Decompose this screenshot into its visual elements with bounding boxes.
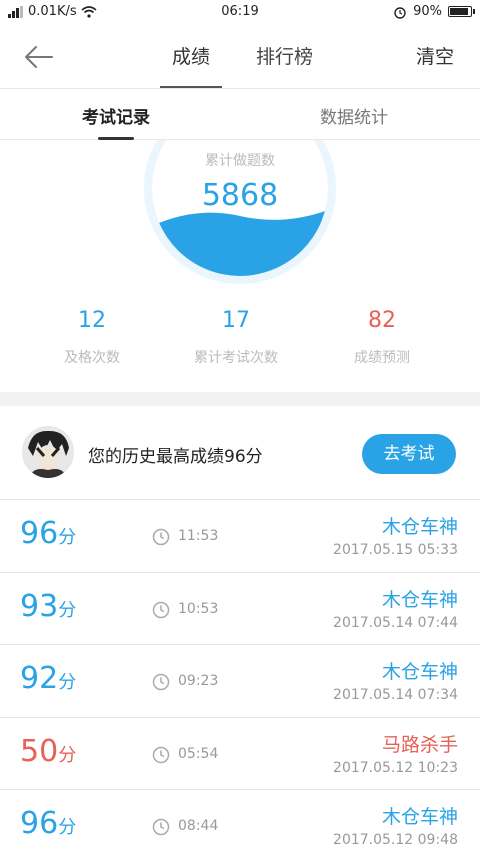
clock-icon — [152, 528, 170, 546]
record-duration: 05:54 — [178, 745, 219, 762]
go-exam-button[interactable]: 去考试 — [362, 434, 456, 474]
record-date: 2017.05.15 05:33 — [333, 542, 458, 558]
stats-panel: 累计做题数 5868 12 及格次数 17 累计考试次数 82 成绩预测 — [0, 140, 480, 392]
record-duration: 11:53 — [178, 528, 219, 544]
record-score: 93分 — [20, 588, 77, 624]
record-date: 2017.05.12 10:23 — [333, 759, 458, 776]
record-user: 木仓车神 — [381, 516, 458, 538]
stat-pass-count: 12 及格次数 — [22, 308, 162, 367]
subtab-bar: 考试记录 数据统计 — [0, 88, 480, 140]
record-duration: 10:53 — [178, 600, 219, 617]
record-row[interactable]: 92分 09:23 木仓车神 2017.05.14 07:34 — [0, 645, 480, 718]
clock-icon — [152, 818, 170, 836]
back-button[interactable] — [22, 42, 58, 72]
stat-exam-value: 17 — [222, 308, 250, 333]
stat-score-prediction: 82 成绩预测 — [312, 308, 452, 367]
record-date: 2017.05.12 09:48 — [333, 832, 458, 848]
record-date: 2017.05.14 07:34 — [333, 687, 458, 703]
top-nav: 成绩 排行榜 清空 — [0, 24, 480, 88]
stat-pass-label: 及格次数 — [64, 350, 120, 366]
question-count-gauge: 累计做题数 5868 — [144, 140, 336, 284]
alarm-icon — [394, 6, 406, 19]
record-user: 木仓车神 — [381, 806, 458, 828]
clock-icon — [152, 601, 170, 618]
gauge-wave — [152, 210, 328, 276]
record-row[interactable]: 93分 10:53 木仓车神 2017.05.14 07:44 — [0, 572, 480, 645]
clock-icon — [152, 746, 170, 763]
record-date: 2017.05.14 07:44 — [333, 614, 458, 631]
gauge-caption: 累计做题数 — [205, 153, 275, 169]
record-score: 50分 — [20, 733, 77, 769]
avatar[interactable] — [22, 426, 74, 478]
stat-predict-value: 82 — [368, 308, 396, 333]
record-user: 木仓车神 — [381, 661, 458, 683]
status-right: 90% — [393, 4, 475, 19]
record-user: 马路杀手 — [381, 733, 458, 756]
battery-percent: 90% — [413, 4, 442, 19]
best-score-text: 您的历史最高成绩96分 — [88, 447, 263, 467]
record-row[interactable]: 96分 08:44 木仓车神 2017.05.12 09:48 — [0, 790, 480, 853]
status-bar: 0.01K/s 06:19 90% — [0, 0, 480, 24]
record-score: 96分 — [20, 806, 77, 841]
tab-grades[interactable]: 成绩 — [159, 42, 223, 88]
arrow-left-icon — [25, 46, 53, 68]
tab-data-stats[interactable]: 数据统计 — [320, 103, 388, 128]
clock-icon — [152, 673, 170, 691]
record-score: 96分 — [20, 516, 77, 551]
battery-icon — [448, 6, 475, 17]
gauge-inner: 累计做题数 5868 — [152, 140, 328, 276]
exam-record-list: 96分 11:53 木仓车神 2017.05.15 05:33 93分 10:5… — [0, 500, 480, 853]
record-duration: 08:44 — [178, 818, 219, 834]
avatar-image — [22, 426, 74, 478]
tab-ranking[interactable]: 排行榜 — [256, 42, 313, 69]
stat-exam-label: 累计考试次数 — [194, 350, 278, 366]
best-score-row: 您的历史最高成绩96分 去考试 — [0, 406, 480, 500]
stat-predict-label: 成绩预测 — [354, 350, 410, 366]
record-score: 92分 — [20, 661, 77, 696]
clear-button[interactable]: 清空 — [416, 42, 454, 69]
record-user: 木仓车神 — [381, 588, 458, 611]
record-row[interactable]: 50分 05:54 马路杀手 2017.05.12 10:23 — [0, 717, 480, 790]
stat-pass-value: 12 — [78, 308, 106, 333]
record-row[interactable]: 96分 11:53 木仓车神 2017.05.15 05:33 — [0, 500, 480, 573]
tab-exam-records[interactable]: 考试记录 — [82, 103, 150, 140]
record-duration: 09:23 — [178, 673, 219, 689]
stat-exam-count: 17 累计考试次数 — [166, 308, 306, 367]
